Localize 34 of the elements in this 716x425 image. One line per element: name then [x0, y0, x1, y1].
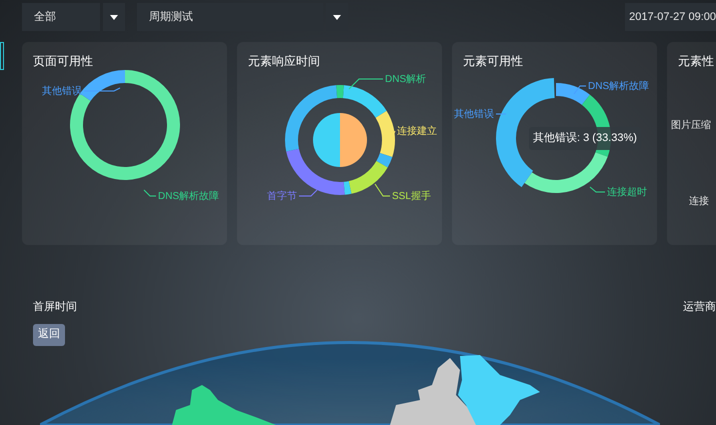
chart-label: 连接建立: [397, 126, 437, 137]
panel-edge: [0, 42, 4, 70]
card-title: 元素可用性: [463, 53, 523, 70]
caret-icon: [333, 14, 341, 20]
pie-slice: [313, 113, 340, 167]
leader-line: [84, 88, 120, 92]
leader-line: [374, 184, 390, 196]
caret-icon: [110, 14, 118, 20]
leader-line: [298, 190, 318, 196]
chart-label: 连接: [689, 196, 709, 207]
leader-line: [144, 190, 156, 196]
chart-label: DNS解析: [385, 74, 426, 85]
card-title: 页面可用性: [33, 53, 93, 70]
chart-label: DNS解析故障: [588, 81, 650, 92]
chart-label: SSL握手: [392, 191, 431, 202]
chart-label: 其他错误: [454, 109, 494, 120]
leader-line: [392, 130, 396, 136]
dropdown-button[interactable]: [103, 3, 125, 31]
leader-line: [590, 186, 606, 192]
card-title: 元素性: [678, 53, 714, 70]
section-title: 首屏时间: [33, 300, 77, 315]
chart-label: DNS解析故障: [158, 191, 220, 202]
card-title: 元素响应时间: [248, 53, 320, 70]
select-field[interactable]: 全部: [22, 3, 100, 31]
pie-slice: [340, 113, 367, 167]
leader-line: [574, 86, 586, 94]
back-button[interactable]: 返回: [33, 324, 65, 346]
chart-label: 其他错误: [42, 86, 82, 97]
chart-label: 首字节: [267, 191, 297, 202]
chart-label: 图片压缩: [671, 120, 711, 131]
datetime-field[interactable]: 2017-07-27 09:00: [625, 3, 716, 31]
chart-label: 连接超时: [607, 187, 647, 198]
section-title: 运营商: [683, 300, 716, 315]
leader-line: [348, 78, 384, 90]
